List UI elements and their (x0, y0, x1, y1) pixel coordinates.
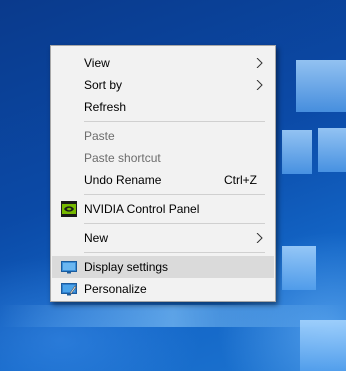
windows-logo-pane (282, 130, 312, 174)
menu-item-new[interactable]: New (52, 227, 274, 249)
menu-item-label: NVIDIA Control Panel (84, 202, 200, 216)
menu-item-label: Paste (84, 129, 115, 143)
chevron-right-icon (256, 233, 263, 243)
menu-item-personalize[interactable]: Personalize (52, 278, 274, 300)
menu-item-label: Display settings (84, 260, 169, 274)
menu-item-paste-shortcut[interactable]: Paste shortcut (52, 147, 274, 169)
menu-item-display-settings[interactable]: Display settings (52, 256, 274, 278)
menu-separator (84, 223, 265, 224)
menu-separator (84, 252, 265, 253)
menu-item-label: Personalize (84, 282, 147, 296)
menu-item-shortcut: Ctrl+Z (224, 173, 257, 187)
context-menu: View Sort by Refresh Paste Paste shortcu… (50, 45, 276, 302)
menu-item-nvidia-control-panel[interactable]: NVIDIA Control Panel (52, 198, 274, 220)
menu-item-label: Sort by (84, 78, 123, 92)
nvidia-icon (61, 201, 77, 217)
menu-item-label: Refresh (84, 100, 127, 114)
menu-item-paste[interactable]: Paste (52, 125, 274, 147)
chevron-right-icon (256, 80, 263, 90)
menu-item-label: Undo Rename (84, 173, 162, 187)
menu-item-label: New (84, 231, 109, 245)
chevron-right-icon (256, 58, 263, 68)
menu-separator (84, 194, 265, 195)
windows-logo-pane (296, 60, 346, 112)
menu-separator (84, 121, 265, 122)
light-beam (0, 305, 346, 327)
menu-item-refresh[interactable]: Refresh (52, 96, 274, 118)
menu-item-undo-rename[interactable]: Undo Rename Ctrl+Z (52, 169, 274, 191)
personalize-icon (61, 283, 77, 296)
menu-item-label: View (84, 56, 110, 70)
windows-logo-pane (300, 320, 346, 371)
menu-item-sort-by[interactable]: Sort by (52, 74, 274, 96)
menu-item-view[interactable]: View (52, 52, 274, 74)
display-icon (61, 261, 77, 274)
windows-logo-pane (282, 246, 316, 290)
menu-item-label: Paste shortcut (84, 151, 161, 165)
windows-logo-pane (318, 128, 346, 172)
